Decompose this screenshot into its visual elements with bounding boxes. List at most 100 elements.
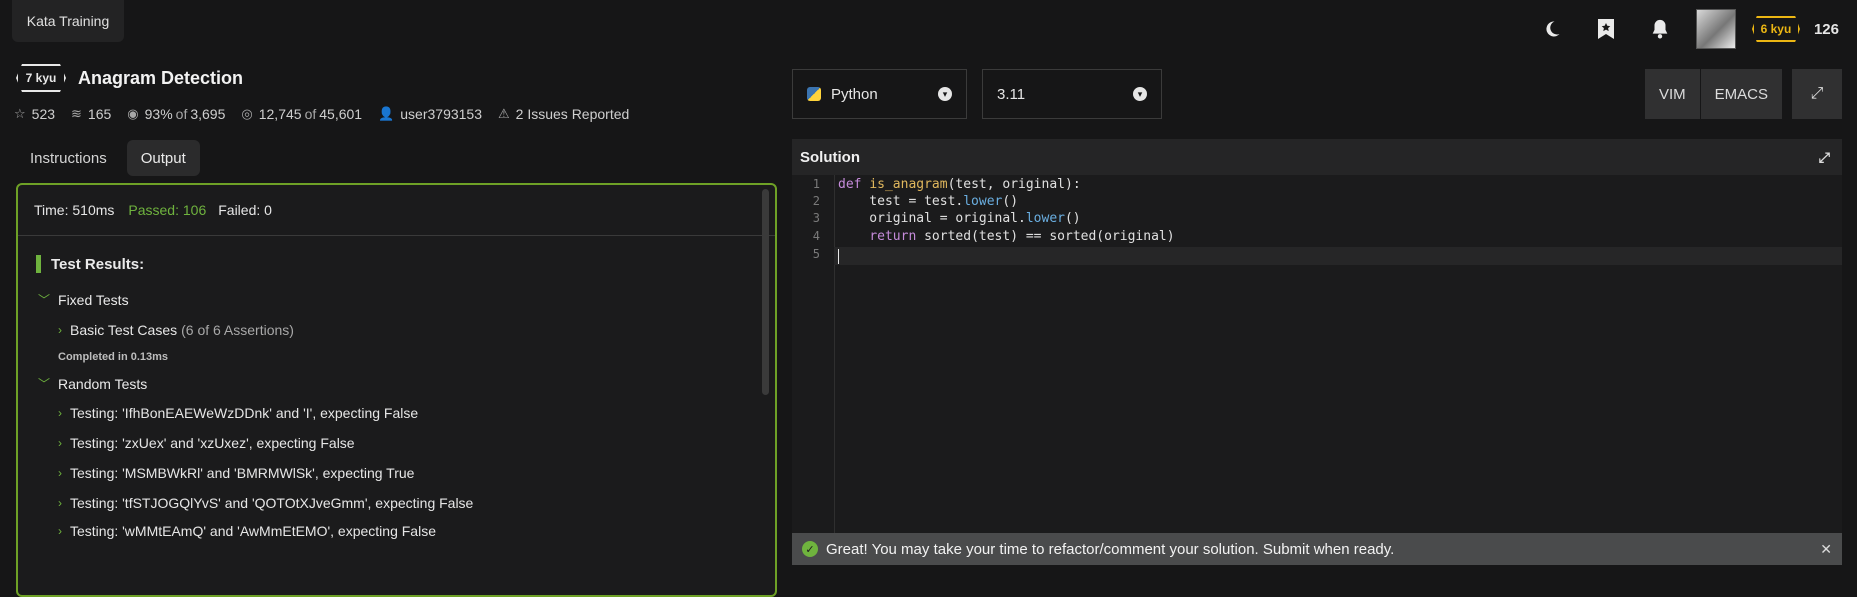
target-icon: ◎ <box>241 106 253 121</box>
chevron-down-icon: ▾ <box>938 87 952 101</box>
output-panel: Time: 510ms Passed: 106 Failed: 0 Test R… <box>16 183 777 597</box>
tab-output[interactable]: Output <box>126 140 200 176</box>
test-results-heading: Test Results: <box>36 255 144 273</box>
author-stat[interactable]: 👤 user3793153 <box>378 106 482 122</box>
code-line-4: return sorted(test) == sorted(original) <box>869 229 1175 244</box>
current-line-highlight <box>834 247 1842 265</box>
text-cursor <box>838 249 839 264</box>
random-test-item[interactable]: › Testing: 'zxUex' and 'xzUxez', expectin… <box>58 435 355 451</box>
stars-stat[interactable]: ☆ 523 <box>14 106 55 122</box>
eye-icon: ◉ <box>127 106 139 121</box>
tab-instructions[interactable]: Instructions <box>16 140 121 176</box>
author-name: user3793153 <box>400 106 483 122</box>
basic-test-cases[interactable]: › Basic Test Cases (6 of 6 Assertions) <box>58 322 294 338</box>
vim-mode-button[interactable]: VIM <box>1644 69 1700 119</box>
random-test-label: Testing: 'tfSTJOGQlYvS' and 'QOTOtXJveGm… <box>70 495 474 511</box>
fixed-tests-group[interactable]: ﹀ Fixed Tests <box>38 291 129 308</box>
code-editor[interactable]: 1 2 3 4 5 def is_anagram(test, original)… <box>792 175 1842 533</box>
random-test-item[interactable]: › Testing: 'MSMBWkRl' and 'BMRMWlSk', exp… <box>58 465 414 481</box>
line-number: 3 <box>812 211 820 225</box>
chevron-right-icon: › <box>58 524 62 538</box>
chevron-right-icon: › <box>58 436 62 450</box>
solution-header: Solution ⤢ <box>792 139 1842 175</box>
result-status-bar <box>36 255 41 273</box>
collections-stat[interactable]: ≋ 165 <box>71 106 111 122</box>
python-icon <box>807 87 821 101</box>
page-title: Anagram Detection <box>78 67 244 88</box>
random-test-label: Testing: 'MSMBWkRl' and 'BMRMWlSk', expe… <box>70 465 415 481</box>
kata-title-row: 7 kyu Anagram Detection <box>16 64 243 92</box>
output-summary: Time: 510ms Passed: 106 Failed: 0 <box>18 185 775 236</box>
kata-rank-badge: 7 kyu <box>16 64 66 92</box>
collections-count: 165 <box>87 106 112 122</box>
kata-training-tab[interactable]: Kata Training <box>12 0 124 42</box>
chevron-down-icon: ▾ <box>1133 87 1147 101</box>
kata-rank-label: 7 kyu <box>25 71 57 85</box>
line-number: 1 <box>812 177 820 191</box>
completions-of: of <box>304 106 317 122</box>
attempted-count: 45,601 <box>319 106 363 122</box>
solution-title: Solution <box>800 148 860 166</box>
emacs-mode-button[interactable]: EMACS <box>1700 69 1782 119</box>
random-test-item[interactable]: › Testing: 'tfSTJOGQlYvS' and 'QOTOtXJveG… <box>58 495 473 511</box>
fixed-tests-label: Fixed Tests <box>58 291 129 308</box>
toast-message: Great! You may take your time to refacto… <box>826 540 1395 558</box>
votes-count: 3,695 <box>190 106 226 122</box>
run-time: Time: 510ms <box>34 202 115 218</box>
random-tests-group[interactable]: ﹀ Random Tests <box>38 375 147 392</box>
chevron-right-icon: › <box>58 496 62 510</box>
language-value: Python <box>831 85 878 103</box>
satisfaction-of: of <box>175 106 188 122</box>
bookmark-star-icon <box>1597 19 1614 39</box>
expand-editor-icon[interactable]: ⤢ <box>1819 149 1830 166</box>
code-line-1: def is_anagram(test, original): <box>838 177 1081 192</box>
random-test-item[interactable]: › Testing: 'IfhBonEAEWeWzDDnk' and 'I', e… <box>58 405 418 421</box>
language-select[interactable]: Python ▾ <box>792 69 967 119</box>
moon-icon <box>1546 21 1560 37</box>
output-scrollbar[interactable] <box>762 189 769 395</box>
completions-stat[interactable]: ◎ 12,745 of 45,601 <box>241 106 362 122</box>
random-tests-label: Random Tests <box>58 375 148 392</box>
dark-mode-button[interactable] <box>1530 7 1574 51</box>
notifications-button[interactable] <box>1638 7 1682 51</box>
issues-stat[interactable]: ⚠ 2 Issues Reported <box>498 106 629 122</box>
failed-count: Failed: 0 <box>218 202 272 218</box>
code-line-2: test = test.lower() <box>838 194 1019 209</box>
code-line-3: original = original.lower() <box>838 211 1081 226</box>
close-icon[interactable]: ✕ <box>1820 541 1832 558</box>
random-test-label: Testing: 'zxUex' and 'xzUxez', expecting… <box>70 435 355 451</box>
chevron-right-icon: › <box>58 323 62 337</box>
kata-stats: ☆ 523 ≋ 165 ◉ 93% of 3,695 ◎ 12,745 of 45,601 👤 u… <box>14 106 645 122</box>
line-number: 4 <box>812 229 820 243</box>
warning-icon: ⚠ <box>498 106 510 121</box>
random-test-label: Testing: 'wMMtEAmQ' and 'AwMmEtEMO', exp… <box>70 523 436 539</box>
expand-icon: ⤢ <box>1810 85 1824 102</box>
avatar[interactable] <box>1695 9 1736 49</box>
satisfaction-stat[interactable]: ◉ 93% of 3,695 <box>127 106 225 122</box>
chevron-down-icon: ﹀ <box>38 377 51 391</box>
chevron-right-icon: › <box>58 466 62 480</box>
fullscreen-button[interactable]: ⤢ <box>1792 69 1842 119</box>
version-value: 3.11 <box>997 85 1026 103</box>
basic-assertions: (6 of 6 Assertions) <box>181 322 294 338</box>
editor-mode-bar: VIM EMACS ⤢ <box>1644 69 1842 119</box>
test-results-title: Test Results: <box>51 255 145 273</box>
chevron-down-icon: ﹀ <box>38 293 51 307</box>
user-rank-label: 6 kyu <box>1760 22 1792 36</box>
completed-count: 12,745 <box>258 106 302 122</box>
line-number: 2 <box>812 194 820 208</box>
line-gutter: 1 2 3 4 5 <box>792 175 835 533</box>
random-test-label: Testing: 'IfhBonEAEWeWzDDnk' and 'I', ex… <box>70 405 419 421</box>
honor-points: 126 <box>1813 20 1839 38</box>
line-number: 5 <box>812 247 820 261</box>
layers-icon: ≋ <box>71 106 82 121</box>
bookmarks-button[interactable] <box>1584 7 1628 51</box>
chevron-right-icon: › <box>58 406 62 420</box>
star-icon: ☆ <box>14 106 26 121</box>
version-select[interactable]: 3.11 ▾ <box>982 69 1162 119</box>
bell-icon <box>1652 19 1668 39</box>
success-toast: ✓ Great! You may take your time to refac… <box>792 533 1842 565</box>
user-icon: 👤 <box>378 106 395 121</box>
random-test-item[interactable]: › Testing: 'wMMtEAmQ' and 'AwMmEtEMO', ex… <box>58 523 436 539</box>
user-rank-badge: 6 kyu <box>1751 16 1800 42</box>
